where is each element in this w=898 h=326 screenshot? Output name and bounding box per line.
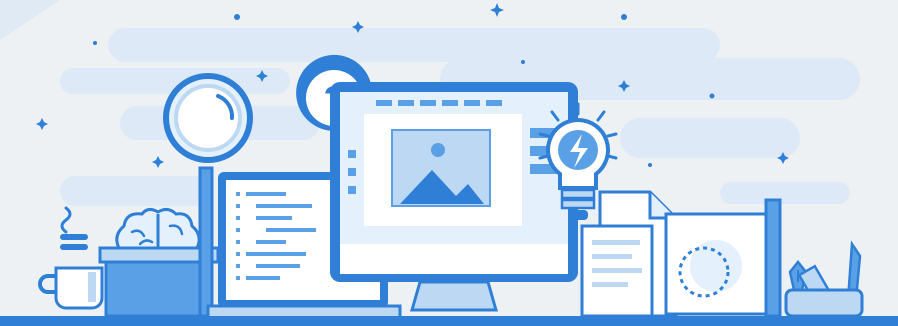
image-icon — [391, 129, 491, 207]
ground-line — [0, 316, 898, 326]
monitor-sidebar — [348, 150, 356, 194]
easel-icon — [664, 198, 782, 318]
workspace-illustration: ? — [0, 0, 898, 326]
pencil-cup — [784, 288, 864, 318]
monitor-icon — [330, 82, 578, 312]
brain-icon — [115, 207, 201, 252]
